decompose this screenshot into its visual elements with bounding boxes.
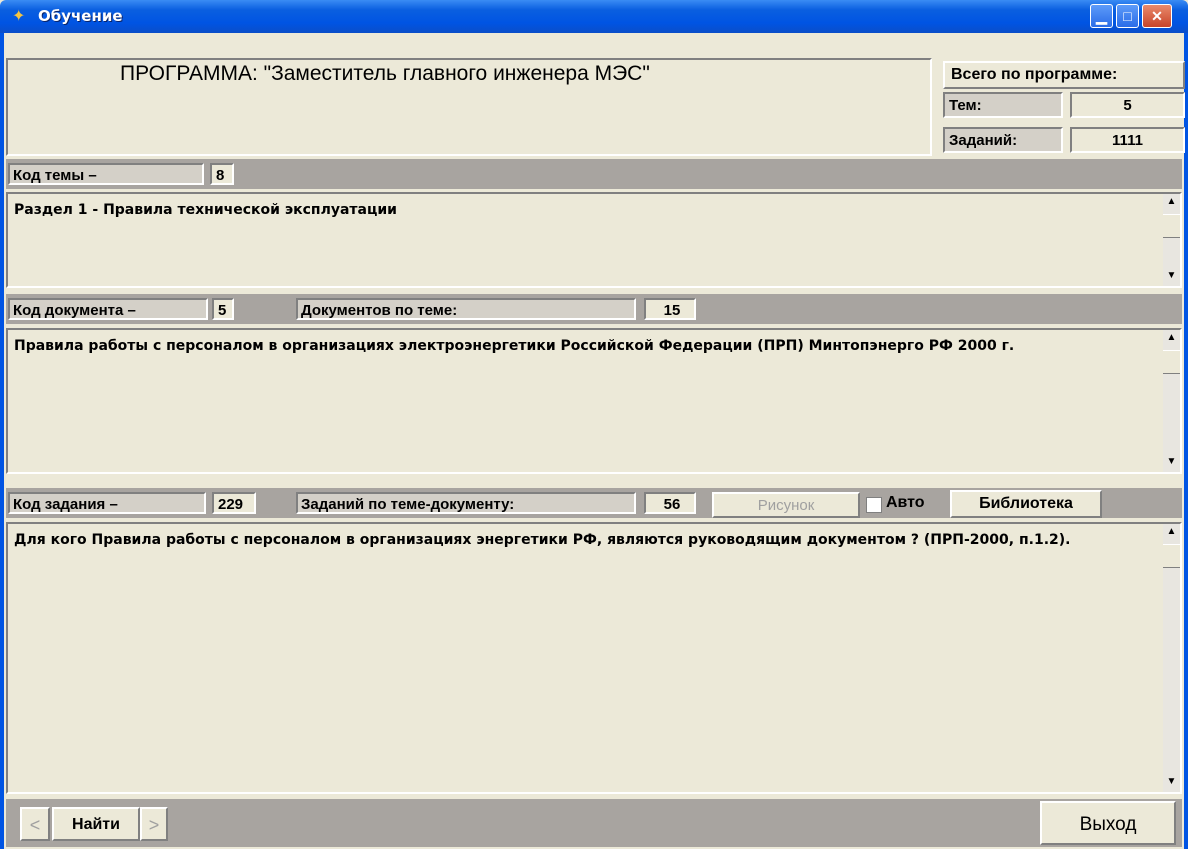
next-button[interactable]: > [140,807,168,841]
scroll-up-icon[interactable]: ▲ [1163,330,1180,348]
minimize-button[interactable]: ▁ [1090,4,1113,28]
program-title: ПРОГРАММА: "Заместитель главного инженер… [120,62,650,85]
scroll-thumb[interactable] [1163,350,1180,374]
scroll-down-icon[interactable]: ▼ [1163,774,1180,792]
document-count-label: Документов по теме: [296,298,636,320]
window-titlebar[interactable]: ✦ Обучение ▁ □ ✕ [0,0,1188,33]
find-button[interactable]: Найти [52,807,140,841]
scroll-up-icon[interactable]: ▲ [1163,194,1180,212]
auto-checkbox[interactable] [866,497,882,513]
scroll-up-icon[interactable]: ▲ [1163,524,1180,542]
topic-code-label: Код темы – [8,163,204,185]
document-code-label: Код документа – [8,298,208,320]
task-text: Для кого Правила работы с персоналом в о… [14,532,1071,548]
app-icon: ✦ [12,8,26,25]
task-count-value: 56 [644,492,696,514]
maximize-button[interactable]: □ [1116,4,1139,28]
library-button[interactable]: Библиотека [950,490,1102,518]
topic-text-area[interactable]: Раздел 1 - Правила технической эксплуата… [6,192,1182,288]
task-code-value: 229 [212,492,256,514]
tasks-count: 1111 [1070,127,1185,153]
topic-scrollbar[interactable]: ▲ ▼ [1163,194,1180,286]
close-button[interactable]: ✕ [1142,4,1172,28]
scroll-thumb[interactable] [1163,544,1180,568]
topics-label: Тем: [943,92,1063,118]
document-scrollbar[interactable]: ▲ ▼ [1163,330,1180,472]
document-text: Правила работы с персоналом в организаци… [14,338,1015,354]
scroll-thumb[interactable] [1163,214,1180,238]
document-text-area[interactable]: Правила работы с персоналом в организаци… [6,328,1182,474]
task-text-area[interactable]: Для кого Правила работы с персоналом в о… [6,522,1182,794]
auto-label: Авто [886,494,925,511]
document-count-value: 15 [644,298,696,320]
picture-button[interactable]: Рисунок [712,492,860,518]
tasks-label: Заданий: [943,127,1063,153]
topic-text: Раздел 1 - Правила технической эксплуата… [14,202,397,218]
scroll-down-icon[interactable]: ▼ [1163,268,1180,286]
task-code-label: Код задания – [8,492,206,514]
scroll-down-icon[interactable]: ▼ [1163,454,1180,472]
exit-button[interactable]: Выход [1040,801,1176,845]
document-code-value: 5 [212,298,234,320]
stats-header: Всего по программе: [943,61,1185,89]
previous-button[interactable]: < [20,807,50,841]
bottom-toolbar [6,799,1182,847]
task-count-label: Заданий по теме-документу: [296,492,636,514]
window-title: Обучение [38,7,123,25]
topics-count: 5 [1070,92,1185,118]
topic-code-value: 8 [210,163,234,185]
task-scrollbar[interactable]: ▲ ▼ [1163,524,1180,792]
